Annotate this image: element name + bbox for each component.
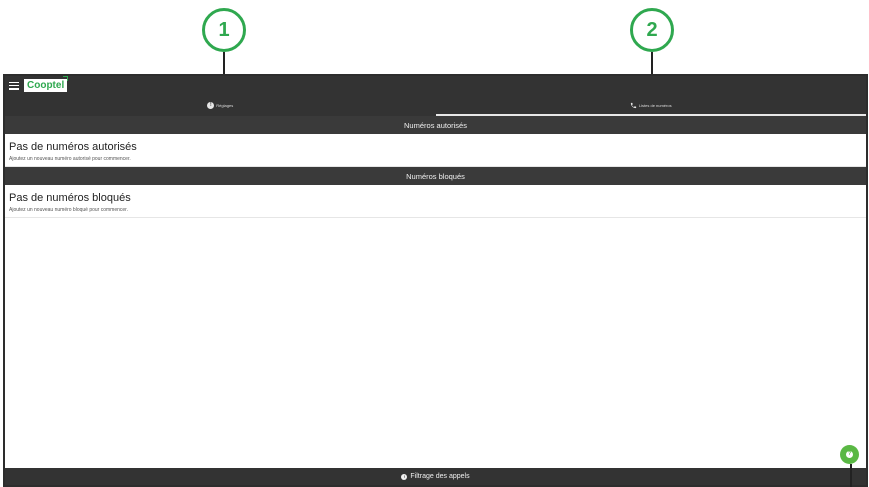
tab-number-lists[interactable]: Listes de numéros (435, 95, 867, 116)
logo-text: Cooptel (27, 80, 65, 91)
tab-number-lists-label: Listes de numéros (638, 103, 672, 108)
bottom-bar[interactable]: ! Filtrage des appels (5, 468, 866, 485)
tab-bar: ! Réglages Listes de numéros (5, 95, 866, 116)
authorized-empty-title: Pas de numéros autorisés (9, 141, 137, 153)
tab-settings[interactable]: ! Réglages (5, 95, 436, 116)
top-bar: Cooptel (5, 76, 866, 95)
help-icon: ? (846, 451, 853, 458)
blocked-empty-subtitle: Ajoutez un nouveau numéro bloqué pour co… (9, 207, 128, 213)
app-logo: Cooptel (24, 76, 69, 92)
tab-settings-label: Réglages (216, 103, 234, 108)
bottom-bar-label: Filtrage des appels (410, 473, 470, 480)
info-icon: ! (401, 473, 408, 480)
blocked-section-header: Numéros bloqués (5, 167, 866, 185)
authorized-section-header: Numéros autorisés (5, 116, 866, 134)
help-fab-button[interactable]: ? (840, 445, 859, 464)
fab-pointer (850, 464, 852, 487)
menu-icon[interactable] (9, 81, 19, 90)
phone-icon (630, 102, 637, 109)
info-icon: ! (207, 102, 215, 109)
blocked-empty-state: Pas de numéros bloqués Ajoutez un nouvea… (5, 185, 866, 218)
app-window: Cooptel ! Réglages Listes de numéros Num… (3, 74, 868, 487)
callout-2-label: 2 (646, 18, 658, 41)
authorized-header-label: Numéros autorisés (404, 120, 467, 130)
logo-mark (63, 76, 69, 81)
callout-1: 1 (202, 8, 246, 52)
authorized-empty-state: Pas de numéros autorisés Ajoutez un nouv… (5, 134, 866, 167)
authorized-empty-subtitle: Ajoutez un nouveau numéro autorisé pour … (9, 156, 131, 162)
blocked-empty-title: Pas de numéros bloqués (9, 192, 131, 204)
callout-1-label: 1 (218, 18, 230, 41)
blocked-header-label: Numéros bloqués (406, 171, 465, 181)
callout-2: 2 (630, 8, 674, 52)
